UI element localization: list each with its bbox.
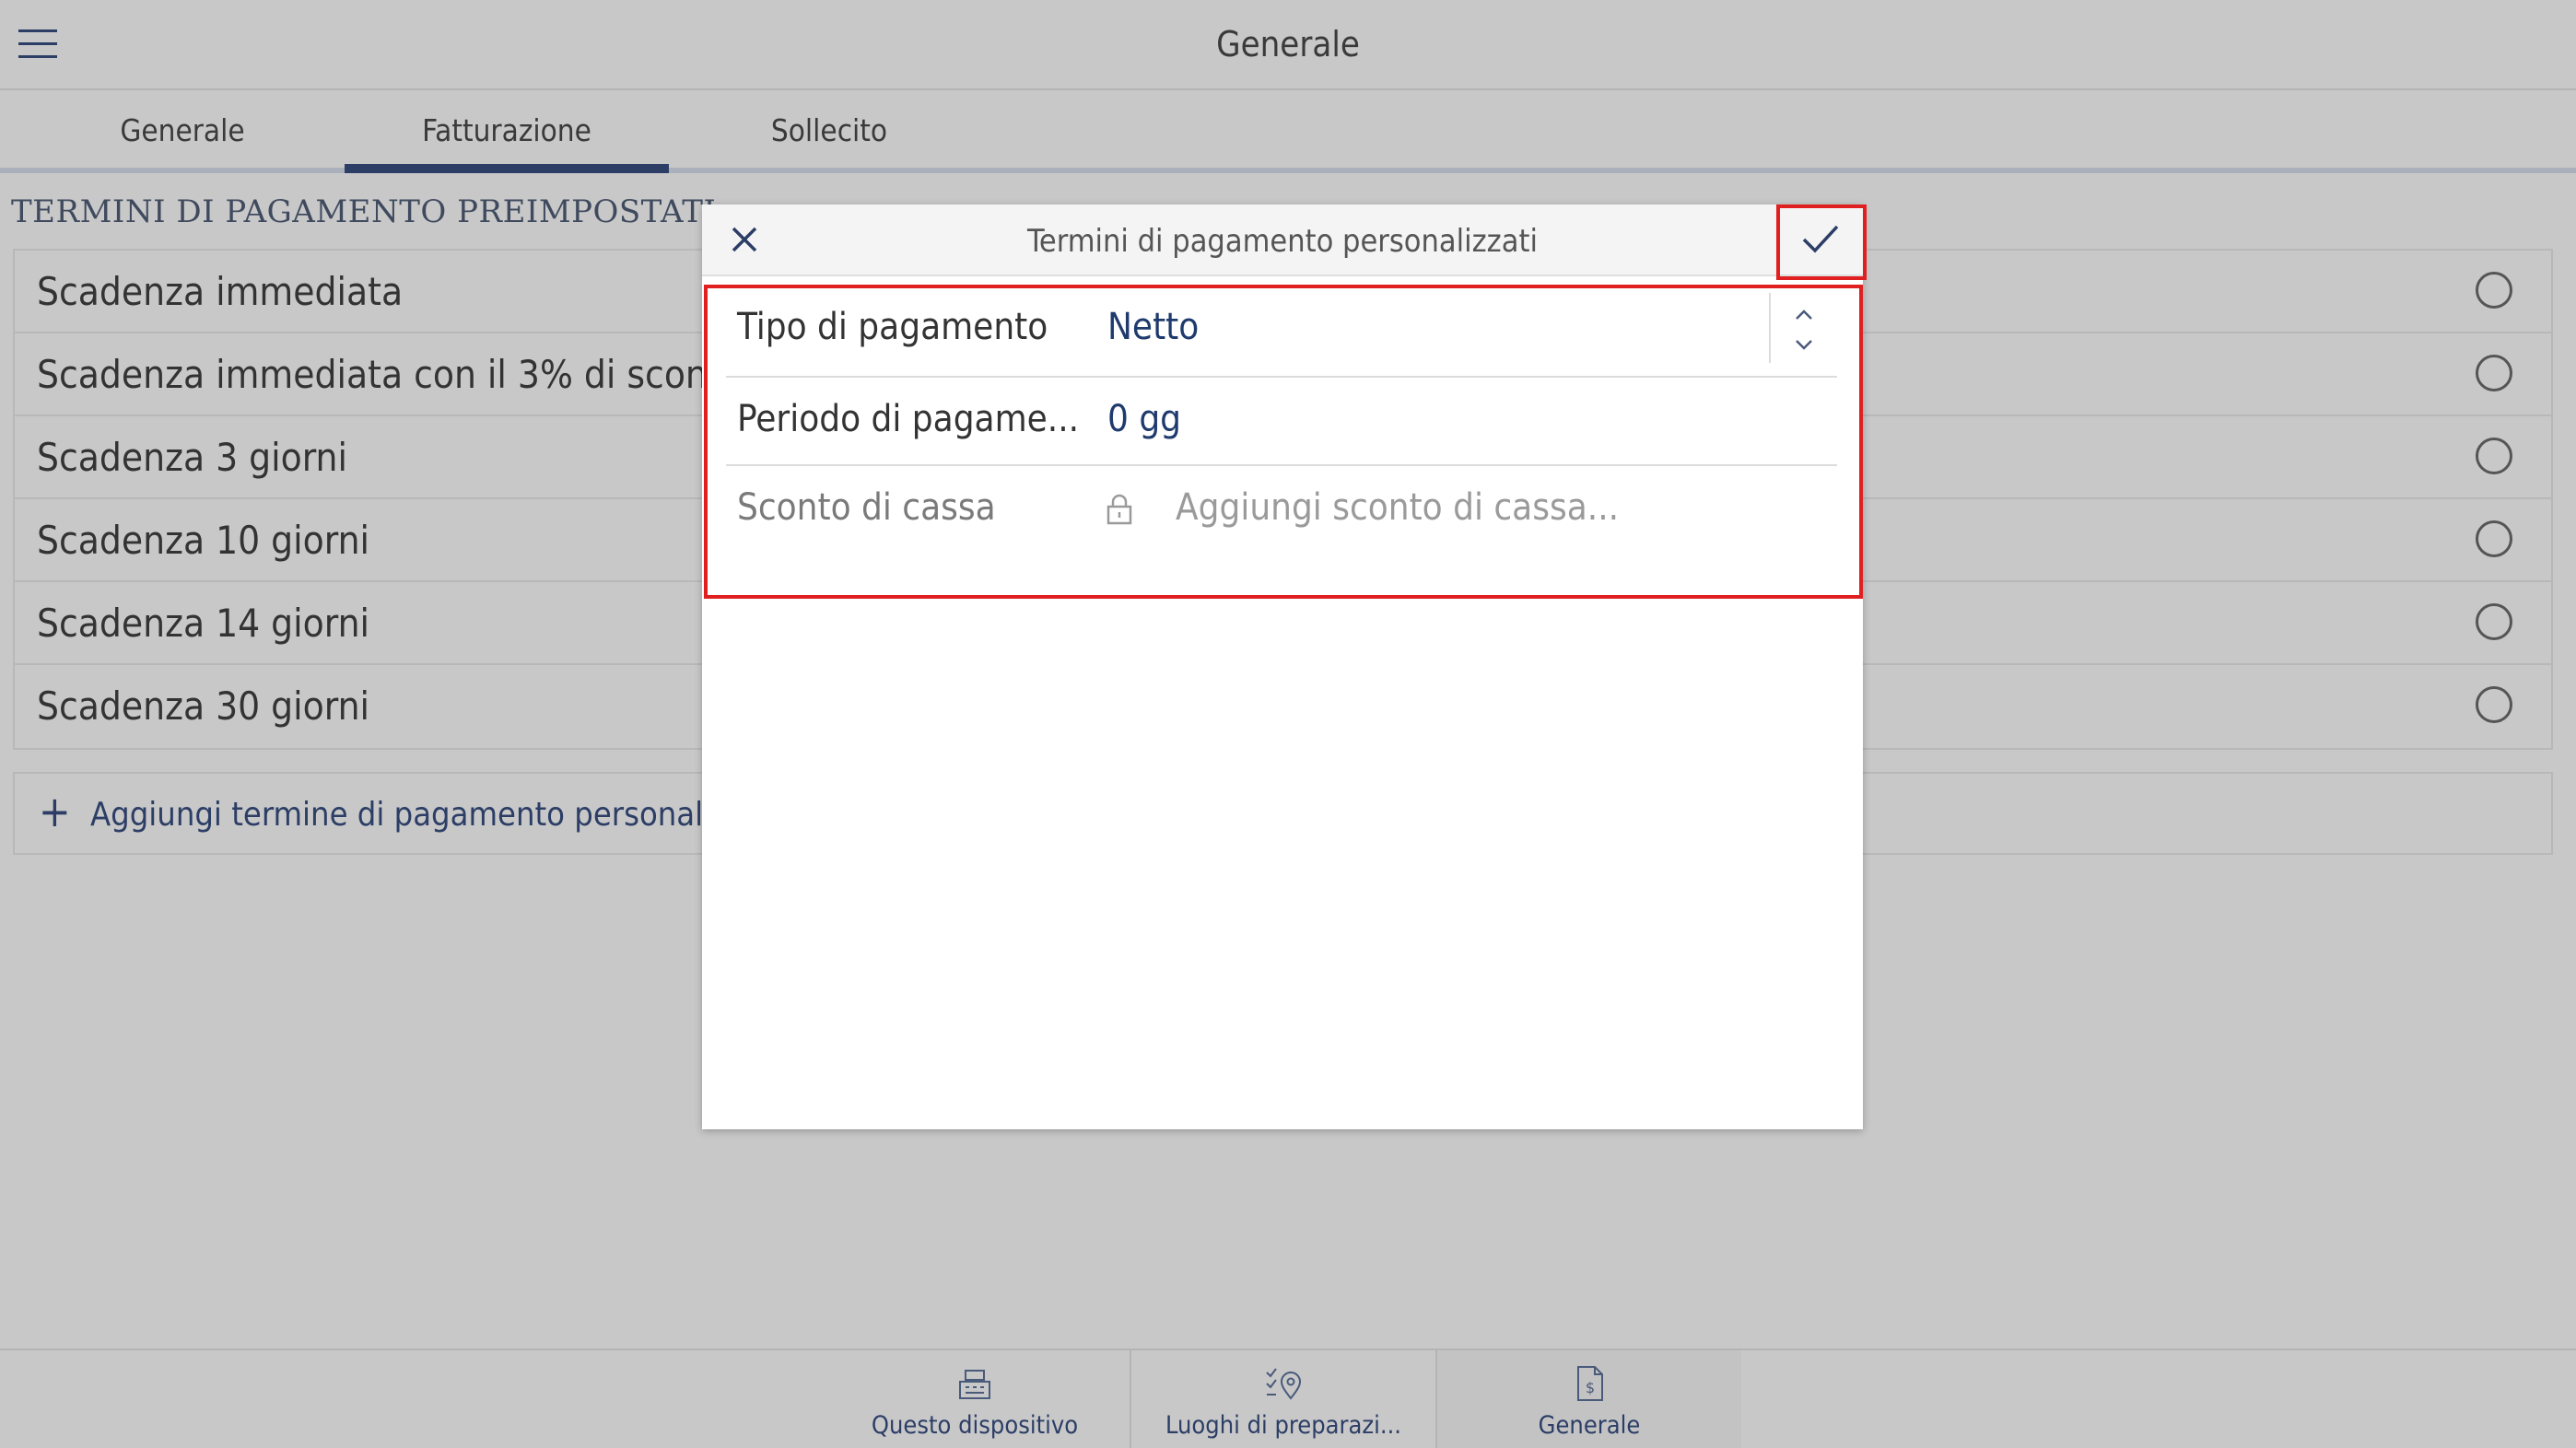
nav-label: Questo dispositivo <box>871 1411 1079 1440</box>
invoice-dollar-icon: $ <box>1577 1366 1603 1401</box>
svg-text:$: $ <box>1586 1379 1595 1396</box>
section-title: TERMINI DI PAGAMENTO PREIMPOSTATI <box>11 193 717 230</box>
page-title: Generale <box>1216 24 1360 64</box>
tab-sollecito[interactable]: Sollecito <box>728 112 931 148</box>
confirm-highlight-box <box>1776 204 1867 280</box>
bottom-nav: Questo dispositivo Luoghi di preparazi..… <box>0 1349 2576 1448</box>
active-tab-indicator <box>345 164 669 173</box>
dialog-header: Termini di pagamento personalizzati <box>702 204 1863 276</box>
radio-button[interactable] <box>2476 520 2512 557</box>
nav-questo-dispositivo[interactable]: Questo dispositivo <box>820 1350 1130 1448</box>
form-highlight-box <box>704 285 1863 599</box>
list-item-label: Scadenza 10 giorni <box>37 518 370 563</box>
add-custom-term-label: Aggiungi termine di pagamento personaliz <box>90 796 728 834</box>
tab-generale[interactable]: Generale <box>81 112 284 148</box>
list-item-label: Scadenza 30 giorni <box>37 683 370 729</box>
top-bar: Generale <box>0 0 2576 90</box>
tab-bar: Generale Fatturazione Sollecito <box>0 90 2576 173</box>
list-item-label: Scadenza immediata <box>37 269 404 314</box>
nav-label: Generale <box>1538 1411 1641 1440</box>
list-item-label: Scadenza immediata con il 3% di sconto d <box>37 352 776 397</box>
radio-button[interactable] <box>2476 603 2512 640</box>
nav-luoghi-di-preparazione[interactable]: Luoghi di preparazi... <box>1130 1350 1435 1448</box>
list-item-label: Scadenza 3 giorni <box>37 435 347 480</box>
tab-fatturazione[interactable]: Fatturazione <box>345 112 669 148</box>
radio-button[interactable] <box>2476 438 2512 474</box>
nav-label: Luoghi di preparazi... <box>1165 1411 1402 1440</box>
radio-button[interactable] <box>2476 686 2512 723</box>
cash-register-icon <box>959 1370 990 1399</box>
list-item-label: Scadenza 14 giorni <box>37 601 370 646</box>
radio-button[interactable] <box>2476 272 2512 309</box>
plus-icon: + <box>39 787 71 836</box>
nav-generale[interactable]: $ Generale <box>1435 1350 1741 1448</box>
radio-button[interactable] <box>2476 355 2512 391</box>
dialog-title: Termini di pagamento personalizzati <box>1027 223 1538 260</box>
checklist-location-icon <box>1266 1368 1302 1400</box>
